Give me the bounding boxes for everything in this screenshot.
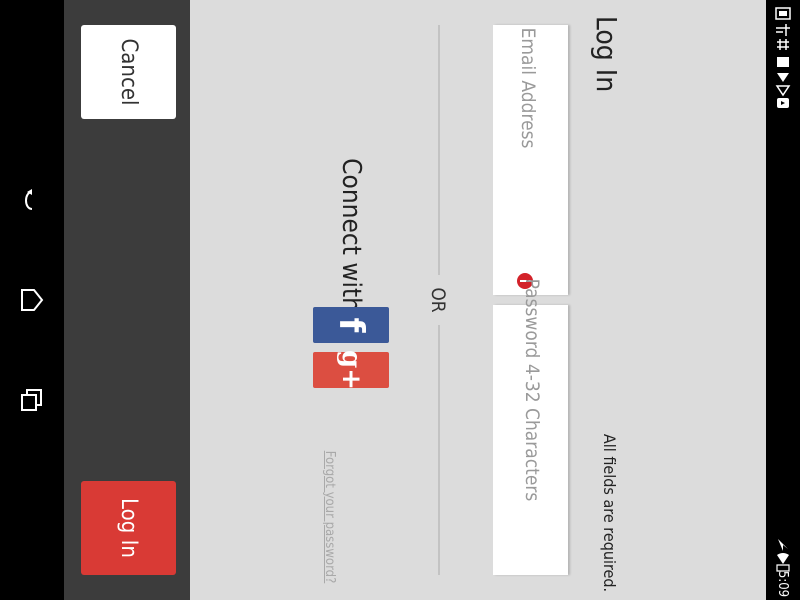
or-label: OR xyxy=(427,287,449,313)
home-button[interactable] xyxy=(12,280,52,320)
status-time: 5:09 xyxy=(775,570,791,598)
home-icon xyxy=(21,289,44,311)
email-placeholder: Email Address xyxy=(517,27,539,149)
login-screen: Cancel Log In Log In Email Address Passw… xyxy=(0,0,800,600)
system-navigation-bar xyxy=(0,0,64,600)
cancel-button[interactable]: Cancel xyxy=(81,25,176,119)
notification-icons xyxy=(775,7,791,108)
googleplus-icon: g+ xyxy=(336,350,366,390)
divider-top xyxy=(438,25,440,275)
login-form: Log In Email Address Password 4-32 Chara… xyxy=(190,0,766,600)
googleplus-button[interactable]: g+ xyxy=(313,350,389,390)
password-placeholder: Password 4-32 Characters xyxy=(521,278,543,502)
recent-apps-button[interactable] xyxy=(12,380,52,420)
forgot-password-link[interactable]: Forgot your password? xyxy=(322,451,338,584)
required-note: All fields are required. xyxy=(600,433,620,593)
back-icon xyxy=(25,189,33,210)
facebook-icon: f xyxy=(331,317,371,333)
login-button-label: Log In xyxy=(116,498,142,558)
facebook-button[interactable]: f xyxy=(313,307,389,343)
connect-label: Connect with: xyxy=(336,158,366,320)
password-field[interactable]: Password 4-32 Characters xyxy=(493,279,568,575)
recent-apps-icon xyxy=(21,389,42,411)
status-bar: 5:09 xyxy=(766,0,800,600)
back-button[interactable] xyxy=(12,180,52,220)
action-bar: Cancel Log In xyxy=(64,0,190,600)
cancel-button-label: Cancel xyxy=(116,38,142,106)
page-title: Log In xyxy=(590,15,624,93)
divider-bottom xyxy=(438,325,440,575)
email-field[interactable]: Email Address xyxy=(493,25,568,295)
login-button[interactable]: Log In xyxy=(81,481,176,575)
